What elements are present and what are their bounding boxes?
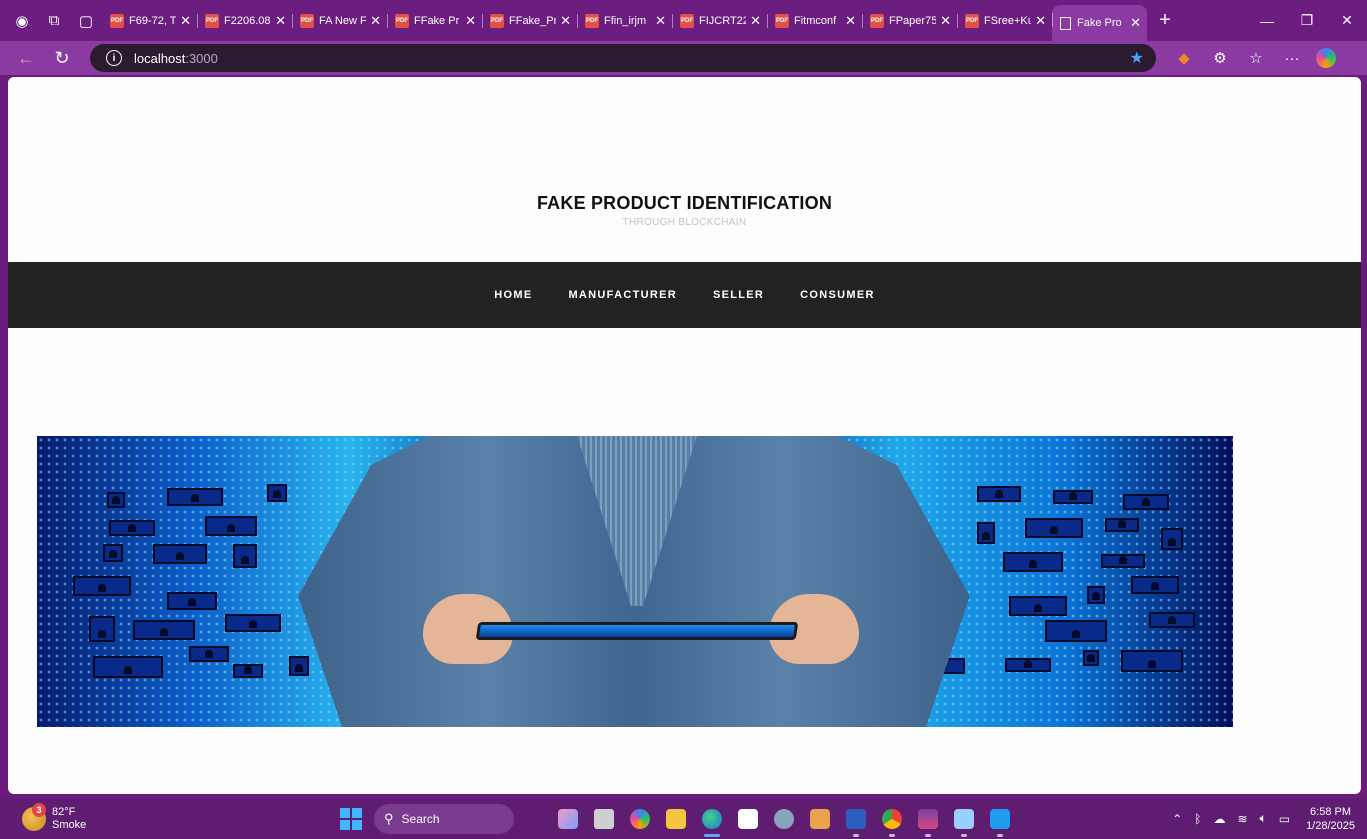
pdf-icon: PDF (585, 13, 599, 28)
weather-temp: 82°F (52, 805, 76, 818)
minimize-icon[interactable]: — (1247, 0, 1287, 41)
weather-condition: Smoke (52, 818, 87, 831)
tablet-device (475, 622, 799, 640)
close-tab-icon[interactable]: ✕ (560, 13, 571, 29)
tab[interactable]: PDF FFake Pr ✕ (387, 6, 482, 36)
pdf-icon: PDF (300, 13, 314, 28)
tab[interactable]: PDF FIJCRT22 ✕ (672, 6, 767, 36)
more-options-icon[interactable]: ··· (1274, 41, 1310, 75)
back-icon[interactable]: ← (8, 41, 44, 75)
pdf-icon: PDF (870, 13, 884, 28)
tab[interactable]: PDF Fitmconf ✕ (767, 6, 862, 36)
close-window-icon[interactable]: ✕ (1327, 0, 1367, 41)
taskbar-search[interactable]: ⚲ Search (374, 803, 514, 834)
copilot-icon[interactable] (1316, 48, 1336, 68)
weather-widget[interactable]: 3 82°F Smoke (22, 802, 87, 832)
settings-app-icon[interactable] (766, 798, 802, 839)
close-tab-icon[interactable]: ✕ (750, 13, 761, 29)
weather-icon: 3 (22, 802, 46, 831)
address-host: localhost (134, 50, 186, 66)
tab-actions-icon[interactable]: ▢ (70, 0, 102, 41)
pdf-icon: PDF (965, 13, 979, 28)
snipping-tool-icon[interactable] (946, 798, 982, 839)
wifi-icon[interactable]: ≋ (1237, 812, 1247, 826)
close-tab-icon[interactable]: ✕ (370, 13, 381, 29)
chrome-app-icon[interactable] (874, 798, 910, 839)
tab[interactable]: PDF FPaper75 ✕ (862, 6, 957, 36)
site-header: FAKE PRODUCT IDENTIFICATION THROUGH BLOC… (8, 77, 1361, 262)
copilot-app-icon[interactable] (622, 798, 658, 839)
nav-manufacturer[interactable]: MANUFACTURER (568, 289, 676, 301)
extensions-icon[interactable]: ⚙ (1202, 41, 1238, 75)
tab[interactable]: PDF F2206.08 ✕ (197, 6, 292, 36)
widgets-app-icon[interactable] (550, 798, 586, 839)
pdf-icon: PDF (205, 13, 219, 28)
favorites-icon[interactable]: ☆ (1238, 41, 1274, 75)
start-button[interactable] (340, 807, 362, 830)
edge-browser-icon[interactable] (694, 798, 730, 839)
clock-date: 1/28/2025 (1306, 819, 1355, 832)
close-tab-icon[interactable]: ✕ (1130, 15, 1141, 31)
close-tab-icon[interactable]: ✕ (845, 13, 856, 29)
nav-consumer[interactable]: CONSUMER (800, 289, 875, 301)
network-status-icon[interactable]: ☁ (1213, 812, 1225, 826)
favorite-star-icon[interactable]: ★ (1130, 48, 1144, 68)
browser-toolbar: ← ↻ i localhost:3000 ★ ◆ ⚙ ☆ ··· (0, 41, 1367, 75)
close-tab-icon[interactable]: ✕ (1035, 13, 1046, 29)
pdf-icon: PDF (775, 13, 789, 28)
restore-icon[interactable]: ❐ (1287, 0, 1327, 41)
store-app-icon[interactable] (730, 798, 766, 839)
refresh-icon[interactable]: ↻ (44, 41, 80, 75)
tab[interactable]: PDF Ffin_irjm ✕ (577, 6, 672, 36)
pdf-icon: PDF (395, 13, 409, 28)
notification-badge: 3 (32, 802, 46, 817)
pdf-icon: PDF (680, 13, 694, 28)
page-viewport: FAKE PRODUCT IDENTIFICATION THROUGH BLOC… (8, 77, 1361, 794)
nav-seller[interactable]: SELLER (713, 289, 764, 301)
site-info-icon[interactable]: i (106, 50, 122, 66)
word-app-icon[interactable] (838, 798, 874, 839)
window-controls: — ❐ ✕ (1247, 0, 1367, 41)
close-tab-icon[interactable]: ✕ (655, 13, 666, 29)
tab[interactable]: PDF FFake_Pr ✕ (482, 6, 577, 36)
box-app-icon[interactable] (802, 798, 838, 839)
tab[interactable]: PDF FSree+Ku ✕ (957, 6, 1052, 36)
clock-time: 6:58 PM (1310, 805, 1352, 818)
clock[interactable]: 6:58 PM 1/28/2025 (1306, 805, 1355, 833)
page-subtitle: THROUGH BLOCKCHAIN (622, 217, 747, 228)
new-tab-button[interactable]: + (1147, 9, 1183, 32)
close-tab-icon[interactable]: ✕ (180, 13, 191, 29)
vscode-app-icon[interactable] (982, 798, 1018, 839)
system-tray: ⌃ ᛒ ☁ ≋ 🔈︎ ▭ 6:58 PM 1/28/2025 (1166, 798, 1367, 839)
tab-strip: ◉ ⧉ ▢ PDF F69-72, T ✕ PDF F2206.08 ✕ PDF FA N… (0, 0, 1367, 41)
search-label: Search (401, 811, 440, 826)
tab[interactable]: PDF F69-72, T ✕ (102, 6, 197, 36)
tab[interactable]: PDF FA New F ✕ (292, 6, 387, 36)
bluetooth-icon[interactable]: ᛒ (1194, 812, 1201, 826)
volume-icon[interactable]: 🔈︎ (1260, 811, 1267, 826)
profile-icon[interactable]: ◉ (6, 0, 38, 41)
nav-home[interactable]: HOME (494, 289, 532, 301)
close-tab-icon[interactable]: ✕ (275, 13, 286, 29)
hero-image (37, 436, 1233, 727)
address-port: :3000 (185, 50, 218, 66)
metamask-extension-icon[interactable]: ◆ (1166, 41, 1202, 75)
address-bar[interactable]: i localhost:3000 ★ (90, 44, 1156, 72)
page-title: FAKE PRODUCT IDENTIFICATION (536, 193, 833, 213)
chevron-up-icon[interactable]: ⌃ (1172, 812, 1182, 826)
close-tab-icon[interactable]: ✕ (465, 13, 476, 29)
pdf-icon: PDF (490, 13, 504, 28)
tab-active[interactable]: Fake Pro ✕ (1052, 5, 1147, 41)
taskbar: 3 82°F Smoke ⚲ Search ⌃ ᛒ ☁ ≋ 🔈︎ ▭ 6:58 … (0, 798, 1367, 839)
task-view-icon[interactable] (586, 798, 622, 839)
pdf-icon: PDF (110, 13, 124, 28)
battery-icon[interactable]: ▭ (1279, 812, 1290, 826)
workspaces-icon[interactable]: ⧉ (38, 0, 70, 41)
main-nav: HOME MANUFACTURER SELLER CONSUMER (8, 262, 1361, 328)
winrar-app-icon[interactable] (910, 798, 946, 839)
close-tab-icon[interactable]: ✕ (940, 13, 951, 29)
search-icon: ⚲ (384, 810, 394, 826)
document-icon (1060, 16, 1071, 30)
file-explorer-icon[interactable] (658, 798, 694, 839)
